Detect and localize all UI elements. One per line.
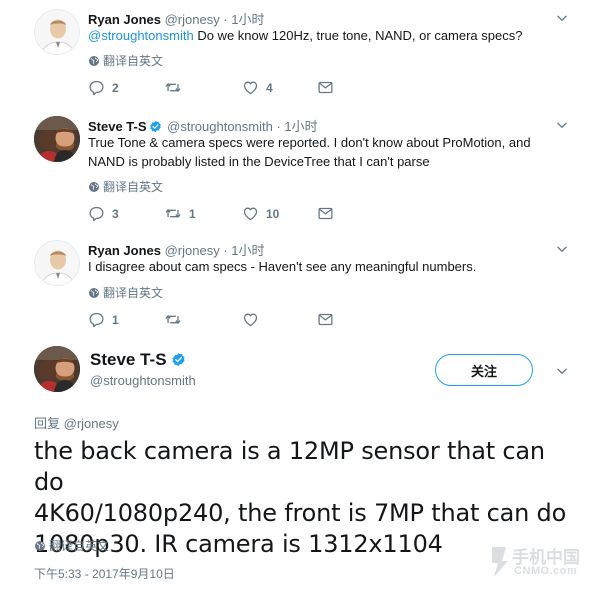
main-tweet-text-line: 4K60/1080p240, the front is 7MP that can… <box>34 499 567 527</box>
watermark-logo-icon <box>492 547 508 577</box>
site-watermark: 手机中国 CNMO.com <box>488 543 590 583</box>
like-button[interactable]: 4 <box>242 79 273 96</box>
translate-link[interactable]: 翻译自英文 <box>88 284 163 301</box>
tweet-actions: 3 1 10 <box>88 205 388 225</box>
translate-label: 翻译自英文 <box>103 286 164 300</box>
like-count: 10 <box>266 206 280 221</box>
reply-icon <box>88 311 105 328</box>
avatar[interactable] <box>34 346 80 392</box>
tweet-actions: 1 <box>88 311 388 331</box>
globe-icon <box>88 181 100 193</box>
main-tweet-text: the back camera is a 12MP sensor that ca… <box>34 436 574 560</box>
tweet-reply-2[interactable]: Steve T-S @stroughtonsmith · 1小时 True To… <box>0 108 600 234</box>
translate-label: 翻译自英文 <box>103 54 164 68</box>
reply-context-label: 回复 <box>34 416 61 431</box>
message-button[interactable] <box>317 311 334 328</box>
like-icon <box>242 79 259 96</box>
chevron-down-icon[interactable] <box>555 11 569 25</box>
reply-count: 2 <box>112 80 119 95</box>
reply-button[interactable]: 2 <box>88 79 119 96</box>
chevron-down-icon[interactable] <box>555 364 569 378</box>
message-icon <box>317 205 334 222</box>
reply-context-handle[interactable]: @rjonesy <box>64 416 119 431</box>
retweet-button[interactable] <box>164 79 189 96</box>
tweet-reply-1[interactable]: Ryan Jones @rjonesy · 1小时 @stroughtonsmi… <box>0 0 600 108</box>
mention-link[interactable]: @stroughtonsmith <box>88 28 194 43</box>
translate-link[interactable]: 翻译自英文 <box>88 52 163 69</box>
tweet-actions: 2 4 <box>88 79 388 99</box>
globe-icon <box>34 540 46 552</box>
tweet-text-line: True Tone & camera specs were reported. … <box>88 135 531 150</box>
translate-link[interactable]: 翻译自英文 <box>34 537 109 554</box>
message-icon <box>317 311 334 328</box>
user-handle[interactable]: @rjonesy <box>165 243 220 258</box>
like-button[interactable] <box>242 311 266 328</box>
tweet-text-line: NAND is probably listed in the DeviceTre… <box>88 154 430 169</box>
tweet-reply-3[interactable]: Ryan Jones @rjonesy · 1小时 I disagree abo… <box>0 234 600 340</box>
tweet-text: @stroughtonsmith Do we know 120Hz, true … <box>88 26 568 45</box>
like-icon <box>242 205 259 222</box>
tweet-time[interactable]: · 1小时 <box>276 119 317 134</box>
avatar[interactable] <box>34 9 80 55</box>
retweet-button[interactable]: 1 <box>164 205 196 222</box>
like-icon <box>242 311 259 328</box>
tweet-time[interactable]: · 1小时 <box>223 12 264 27</box>
tweet-text: I disagree about cam specs - Haven't see… <box>88 257 568 276</box>
tweet-text-content: I disagree about cam specs - Haven't see… <box>88 259 477 274</box>
user-handle[interactable]: @stroughtonsmith <box>167 119 273 134</box>
chevron-down-icon[interactable] <box>555 118 569 132</box>
watermark-subtext: CNMO.com <box>514 565 578 577</box>
reply-context: 回复 @rjonesy <box>34 413 119 432</box>
avatar-image <box>35 241 79 285</box>
display-name[interactable]: Steve T-S <box>90 350 167 369</box>
reply-count: 3 <box>112 206 119 221</box>
tweet-timestamp[interactable]: 下午5:33 - 2017年9月10日 <box>34 565 175 582</box>
main-display-name-row: Steve T-S <box>90 350 186 370</box>
message-icon <box>317 79 334 96</box>
user-handle[interactable]: @stroughtonsmith <box>90 373 196 388</box>
retweet-icon <box>164 311 182 328</box>
like-count: 4 <box>266 80 273 95</box>
avatar-image <box>35 10 79 54</box>
tweet-text-content: Do we know 120Hz, true tone, NAND, or ca… <box>197 28 523 43</box>
tweet-text: True Tone & camera specs were reported. … <box>88 133 578 171</box>
reply-icon <box>88 79 105 96</box>
reply-button[interactable]: 1 <box>88 311 119 328</box>
globe-icon <box>88 55 100 67</box>
reply-count: 1 <box>112 312 119 327</box>
avatar[interactable] <box>34 240 80 286</box>
retweet-icon <box>164 205 182 222</box>
message-button[interactable] <box>317 79 334 96</box>
reply-button[interactable]: 3 <box>88 205 119 222</box>
display-name[interactable]: Ryan Jones <box>88 243 161 258</box>
chevron-down-icon[interactable] <box>555 242 569 256</box>
globe-icon <box>88 287 100 299</box>
translate-link[interactable]: 翻译自英文 <box>88 178 163 195</box>
display-name[interactable]: Steve T-S <box>88 119 147 134</box>
verified-icon <box>171 352 186 367</box>
main-tweet-text-line: the back camera is a 12MP sensor that ca… <box>34 437 545 496</box>
avatar-image <box>34 116 80 162</box>
follow-button[interactable]: 关注 <box>435 354 533 386</box>
verified-icon <box>149 120 162 133</box>
user-handle[interactable]: @rjonesy <box>165 12 220 27</box>
translate-label: 翻译自英文 <box>49 539 110 553</box>
translate-label: 翻译自英文 <box>103 180 164 194</box>
retweet-count: 1 <box>189 206 196 221</box>
like-button[interactable]: 10 <box>242 205 279 222</box>
display-name[interactable]: Ryan Jones <box>88 12 161 27</box>
retweet-icon <box>164 79 182 96</box>
retweet-button[interactable] <box>164 311 189 328</box>
reply-icon <box>88 205 105 222</box>
message-button[interactable] <box>317 205 334 222</box>
tweet-time[interactable]: · 1小时 <box>223 243 264 258</box>
avatar[interactable] <box>34 116 80 162</box>
avatar-image <box>34 346 80 392</box>
